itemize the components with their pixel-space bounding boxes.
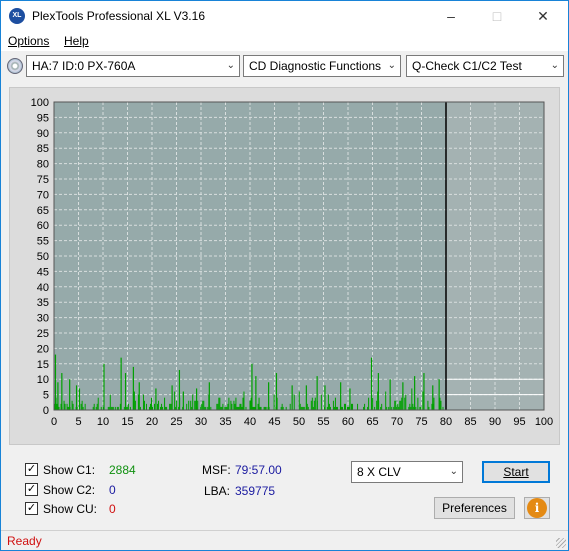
- minimize-button[interactable]: –: [428, 1, 474, 31]
- show-c2-label: Show C2:: [43, 483, 96, 497]
- preferences-button-label: Preferences: [442, 501, 507, 515]
- y-tick-label: 10: [37, 374, 49, 386]
- x-tick-label: 85: [464, 416, 476, 428]
- y-tick-label: 35: [37, 297, 49, 309]
- drive-select-value: HA:7 ID:0 PX-760A: [32, 59, 136, 73]
- y-tick-label: 0: [43, 405, 49, 417]
- y-tick-label: 70: [37, 189, 49, 201]
- show-c2-checkbox[interactable]: ✓: [25, 483, 38, 496]
- toolbar: HA:7 ID:0 PX-760A ⌄ CD Diagnostic Functi…: [1, 53, 568, 81]
- app-icon: XL: [9, 8, 25, 24]
- y-tick-label: 30: [37, 313, 49, 325]
- speed-select-value: 8 X CLV: [357, 465, 401, 479]
- show-c1-label: Show C1:: [43, 463, 96, 477]
- function-select-value: CD Diagnostic Functions: [249, 59, 382, 73]
- x-tick-label: 55: [317, 416, 329, 428]
- speed-select[interactable]: 8 X CLV ⌄: [351, 461, 463, 483]
- window-title: PlexTools Professional XL V3.16: [32, 9, 205, 23]
- y-tick-label: 40: [37, 282, 49, 294]
- preferences-button[interactable]: Preferences: [434, 497, 515, 519]
- chevron-down-icon: ⌄: [550, 60, 559, 71]
- y-tick-label: 75: [37, 174, 49, 186]
- lba-label: LBA:: [204, 484, 231, 498]
- x-tick-label: 5: [75, 416, 81, 428]
- x-tick-label: 65: [366, 416, 378, 428]
- x-tick-label: 80: [440, 416, 452, 428]
- info-button[interactable]: i: [524, 497, 550, 519]
- bottom-panel: ✓ Show C1: 2884 ✓ Show C2: 0 ✓ Show CU: …: [9, 453, 560, 525]
- c1-c2-chart: 0510152025303540455055606570758085909510…: [31, 97, 554, 428]
- show-cu-label: Show CU:: [43, 502, 98, 516]
- x-tick-label: 20: [146, 416, 158, 428]
- x-tick-label: 70: [391, 416, 403, 428]
- show-c1-checkbox[interactable]: ✓: [25, 463, 38, 476]
- chevron-down-icon: ⌄: [449, 466, 458, 477]
- x-tick-label: 45: [268, 416, 280, 428]
- start-button-label: Start: [503, 465, 529, 479]
- menu-options-label: Options: [8, 34, 50, 48]
- menu-help-label: Help: [64, 34, 89, 48]
- status-text: Ready: [7, 534, 42, 548]
- y-tick-label: 50: [37, 251, 49, 263]
- msf-value: 79:57.00: [235, 463, 282, 477]
- msf-label: MSF:: [202, 463, 231, 477]
- menu-options[interactable]: Options: [8, 34, 49, 48]
- y-tick-label: 60: [37, 220, 49, 232]
- c1-count: 2884: [109, 463, 136, 477]
- show-cu-checkbox[interactable]: ✓: [25, 502, 38, 515]
- x-tick-label: 90: [489, 416, 501, 428]
- drive-select[interactable]: HA:7 ID:0 PX-760A ⌄: [26, 55, 240, 77]
- x-tick-label: 35: [219, 416, 231, 428]
- y-tick-label: 45: [37, 266, 49, 278]
- cu-count: 0: [109, 502, 116, 516]
- x-tick-label: 40: [244, 416, 256, 428]
- c2-count: 0: [109, 483, 116, 497]
- y-tick-label: 80: [37, 159, 49, 171]
- y-tick-label: 90: [37, 128, 49, 140]
- lba-value: 359775: [235, 484, 276, 498]
- y-tick-label: 15: [37, 359, 49, 371]
- close-button[interactable]: ✕: [520, 1, 566, 31]
- y-tick-label: 100: [31, 97, 49, 109]
- x-tick-label: 100: [535, 416, 553, 428]
- x-tick-label: 75: [415, 416, 427, 428]
- x-tick-label: 60: [342, 416, 354, 428]
- main-window: XL PlexTools Professional XL V3.16 – □ ✕…: [0, 0, 569, 551]
- y-tick-label: 85: [37, 143, 49, 155]
- x-tick-label: 95: [513, 416, 525, 428]
- menu-bar: Options Help: [1, 31, 568, 51]
- x-tick-label: 50: [293, 416, 305, 428]
- maximize-button[interactable]: □: [474, 1, 520, 31]
- title-bar: XL PlexTools Professional XL V3.16 – □ ✕: [1, 1, 568, 31]
- y-tick-label: 55: [37, 236, 49, 248]
- info-icon: i: [527, 498, 547, 518]
- y-tick-label: 95: [37, 112, 49, 124]
- x-tick-label: 25: [170, 416, 182, 428]
- x-tick-label: 30: [195, 416, 207, 428]
- x-tick-label: 0: [51, 416, 57, 428]
- chart-panel: 0 5 10 15 20 25 30 35 40 45 50 55 60 65 70 75 80 85 90 95 10…: [9, 87, 560, 445]
- y-tick-label: 20: [37, 343, 49, 355]
- chevron-down-icon: ⌄: [387, 60, 396, 71]
- menu-help[interactable]: Help: [64, 34, 89, 48]
- y-tick-label: 25: [37, 328, 49, 340]
- cd-drive-icon: [7, 58, 23, 74]
- status-bar: Ready: [1, 530, 568, 550]
- y-tick-label: 5: [43, 390, 49, 402]
- test-select-value: Q-Check C1/C2 Test: [412, 59, 522, 73]
- function-select[interactable]: CD Diagnostic Functions ⌄: [243, 55, 401, 77]
- x-tick-label: 15: [121, 416, 133, 428]
- chevron-down-icon: ⌄: [226, 60, 235, 71]
- x-tick-label: 10: [97, 416, 109, 428]
- resize-grip-icon[interactable]: [556, 538, 566, 548]
- start-button[interactable]: Start: [482, 461, 550, 483]
- test-select[interactable]: Q-Check C1/C2 Test ⌄: [406, 55, 564, 77]
- y-tick-label: 65: [37, 205, 49, 217]
